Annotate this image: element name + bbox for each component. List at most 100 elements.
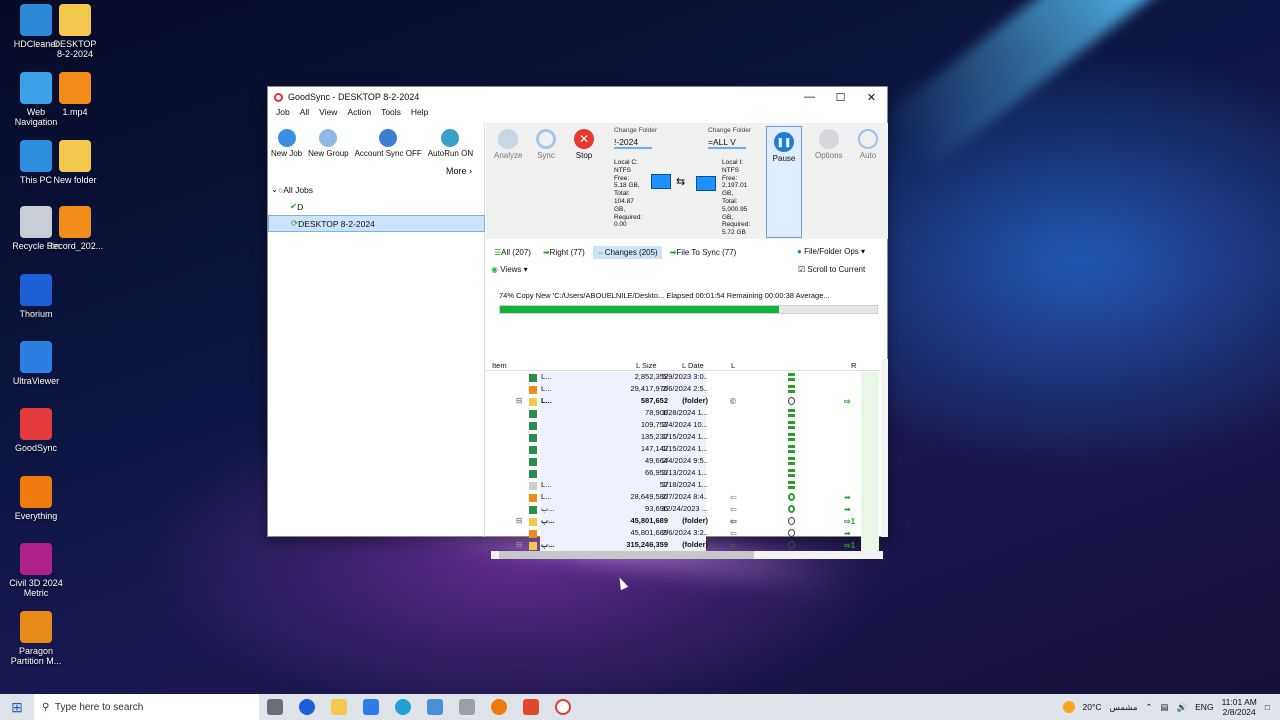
menu-item[interactable]: Job	[271, 107, 295, 120]
row-action-icon	[788, 469, 795, 477]
file-explorer-icon[interactable]	[331, 699, 347, 715]
col-lsize[interactable]: L Size	[636, 361, 657, 370]
language-indicator[interactable]: ENG	[1195, 702, 1213, 712]
desktop-icon[interactable]: Record_202...	[44, 206, 106, 251]
desktop-icon[interactable]: Everything	[5, 476, 67, 521]
row-right-cell	[861, 384, 879, 396]
table-row[interactable]: 78,906 1/28/2024 1...	[486, 408, 881, 420]
weather-sun-icon[interactable]	[1062, 701, 1075, 713]
list-icon: ☰	[494, 247, 502, 257]
analyze-button[interactable]: Analyze	[494, 129, 522, 160]
menu-item[interactable]: Action	[342, 107, 376, 120]
goodsync-taskbar-icon[interactable]	[555, 699, 571, 715]
desktop-icon[interactable]: New folder	[44, 140, 106, 185]
stop-button[interactable]: ✕ Stop	[574, 129, 594, 160]
collapse-icon[interactable]: ⊟	[516, 516, 522, 525]
chevron-up-icon[interactable]: ⌃	[1145, 702, 1152, 713]
scroll-thumb[interactable]	[499, 551, 754, 559]
table-row[interactable]: L... 57 1/18/2024 1...	[486, 480, 881, 492]
pause-button[interactable]: ❚❚ Pause	[766, 126, 802, 238]
table-row[interactable]: L... 2,852,352 5/9/2023 3:0...	[486, 372, 881, 384]
swap-arrows-icon[interactable]: ⇆	[676, 175, 685, 188]
left-folder-selector[interactable]: Change Folder !-2024	[614, 127, 657, 149]
col-r[interactable]: R	[851, 361, 856, 370]
right-folder-selector[interactable]: Change Folder =ALL V	[708, 127, 751, 149]
desktop-icon[interactable]: UltraViewer	[5, 341, 67, 386]
close-button[interactable]: ✕	[856, 91, 887, 104]
tab[interactable]: ☰ All (207)	[490, 246, 535, 259]
chevron-down-icon[interactable]: ⌄	[271, 184, 278, 195]
thorium-taskbar-icon[interactable]	[299, 699, 315, 715]
store-icon[interactable]	[363, 699, 379, 715]
tree-item[interactable]: ⌄ ○ All Jobs	[268, 181, 485, 198]
maximize-button[interactable]: ☐	[825, 91, 856, 104]
everything-taskbar-icon[interactable]	[491, 699, 507, 715]
notification-icon[interactable]: □	[1265, 702, 1270, 712]
col-item[interactable]: Item	[492, 361, 507, 370]
tab[interactable]: ➡ File To Sync (77)	[666, 246, 741, 259]
desktop-icon[interactable]: DESKTOP 8-2-2024	[44, 4, 106, 59]
weather-temp[interactable]: 20°C	[1083, 702, 1102, 712]
collapse-icon[interactable]: ⊟	[516, 540, 522, 549]
desktop-icon[interactable]: GoodSync	[5, 408, 67, 453]
table-row[interactable]: 109,752 2/4/2024 10...	[486, 420, 881, 432]
col-ldate[interactable]: L Date	[682, 361, 704, 370]
volume-icon[interactable]: 🔊	[1177, 702, 1188, 713]
scroll-to-current-checkbox[interactable]: ☑ Scroll to Current	[798, 265, 865, 274]
row-name: L...	[541, 384, 552, 393]
desktop-icon[interactable]: Thorium	[5, 274, 67, 319]
task-view-icon[interactable]	[267, 699, 283, 715]
file-folder-ops-button[interactable]: ● File/Folder Ops ▾	[797, 247, 865, 256]
folder-icon	[59, 4, 91, 36]
app2-icon[interactable]	[459, 699, 475, 715]
menu-item[interactable]: View	[314, 107, 342, 120]
telegram-icon[interactable]	[395, 699, 411, 715]
row-right-cell	[861, 480, 879, 492]
search-box[interactable]: ⚲ Type here to search	[34, 694, 259, 720]
network-icon[interactable]: ▤	[1161, 702, 1169, 713]
table-row[interactable]: 135,237 1/15/2024 1...	[486, 432, 881, 444]
desktop-icon[interactable]: 1.mp4	[44, 72, 106, 117]
table-row[interactable]: ب... 93,696 12/24/2023 ... ⇦ ➡	[486, 504, 881, 516]
views-button[interactable]: ◉ Views ▾	[491, 265, 528, 274]
menu-item[interactable]: Help	[406, 107, 433, 120]
tab[interactable]: ➡ Right (77)	[539, 246, 589, 259]
auto-button[interactable]: Auto	[858, 129, 878, 160]
more-button[interactable]: More ›	[446, 166, 472, 176]
app3-icon[interactable]	[523, 699, 539, 715]
col-l[interactable]: L	[731, 361, 735, 370]
weather-text[interactable]: مشمس	[1110, 702, 1138, 713]
table-row[interactable]: 49,664 2/4/2024 9:5...	[486, 456, 881, 468]
tree-item[interactable]: ✔ D	[268, 198, 485, 215]
menu-item[interactable]: All	[295, 107, 314, 120]
toolbar-button[interactable]: New Job	[268, 129, 305, 163]
table-row[interactable]: 147,142 1/15/2024 1...	[486, 444, 881, 456]
minimize-button[interactable]: —	[794, 91, 825, 104]
collapse-icon[interactable]: ⊟	[516, 396, 522, 405]
toolbar-button[interactable]: AutoRun ON	[425, 129, 476, 163]
options-button[interactable]: Options	[815, 129, 843, 160]
clock[interactable]: 11:01 AM 2/8/2024	[1222, 697, 1257, 717]
table-row[interactable]: 66,951 1/13/2024 1...	[486, 468, 881, 480]
desktop-icon[interactable]: Paragon Partition M...	[5, 611, 67, 666]
toolbar-button[interactable]: Account Sync OFF	[352, 129, 425, 163]
menu-item[interactable]: Tools	[376, 107, 406, 120]
horizontal-scrollbar[interactable]	[491, 551, 883, 559]
table-row[interactable]: 45,801,689 2/6/2024 3:2... ⇦ ➡	[486, 528, 881, 540]
table-row[interactable]: L... 29,417,976 2/6/2024 2:5...	[486, 384, 881, 396]
table-row[interactable]: L... 587,652 (folder) © ⇨ ⊟	[486, 396, 881, 408]
views-icon: ◉	[491, 265, 498, 274]
title-bar[interactable]: GoodSync - DESKTOP 8-2-2024 — ☐ ✕	[268, 87, 887, 107]
vertical-scrollbar[interactable]	[881, 359, 888, 537]
start-button[interactable]: ⊞	[0, 699, 34, 716]
app-icon[interactable]	[427, 699, 443, 715]
table-row[interactable]: ب... 45,801,689 (folder) ⇦ ⇨1 ⊟	[486, 516, 881, 528]
desktop-icon[interactable]: Civil 3D 2024 Metric	[5, 543, 67, 598]
table-row[interactable]: L... 28,649,580 2/7/2024 8:4... ⇦ ➡	[486, 492, 881, 504]
toolbar-button[interactable]: New Group	[305, 129, 351, 163]
sync-icon: ⟳	[291, 218, 299, 228]
tree-item[interactable]: ⟳ DESKTOP 8-2-2024	[268, 215, 485, 232]
sync-button[interactable]: Sync	[536, 129, 556, 160]
goodsync-window[interactable]: GoodSync - DESKTOP 8-2-2024 — ☐ ✕ Job All…	[267, 86, 888, 559]
tab[interactable]: ⇔ Changes (205)	[592, 245, 662, 259]
